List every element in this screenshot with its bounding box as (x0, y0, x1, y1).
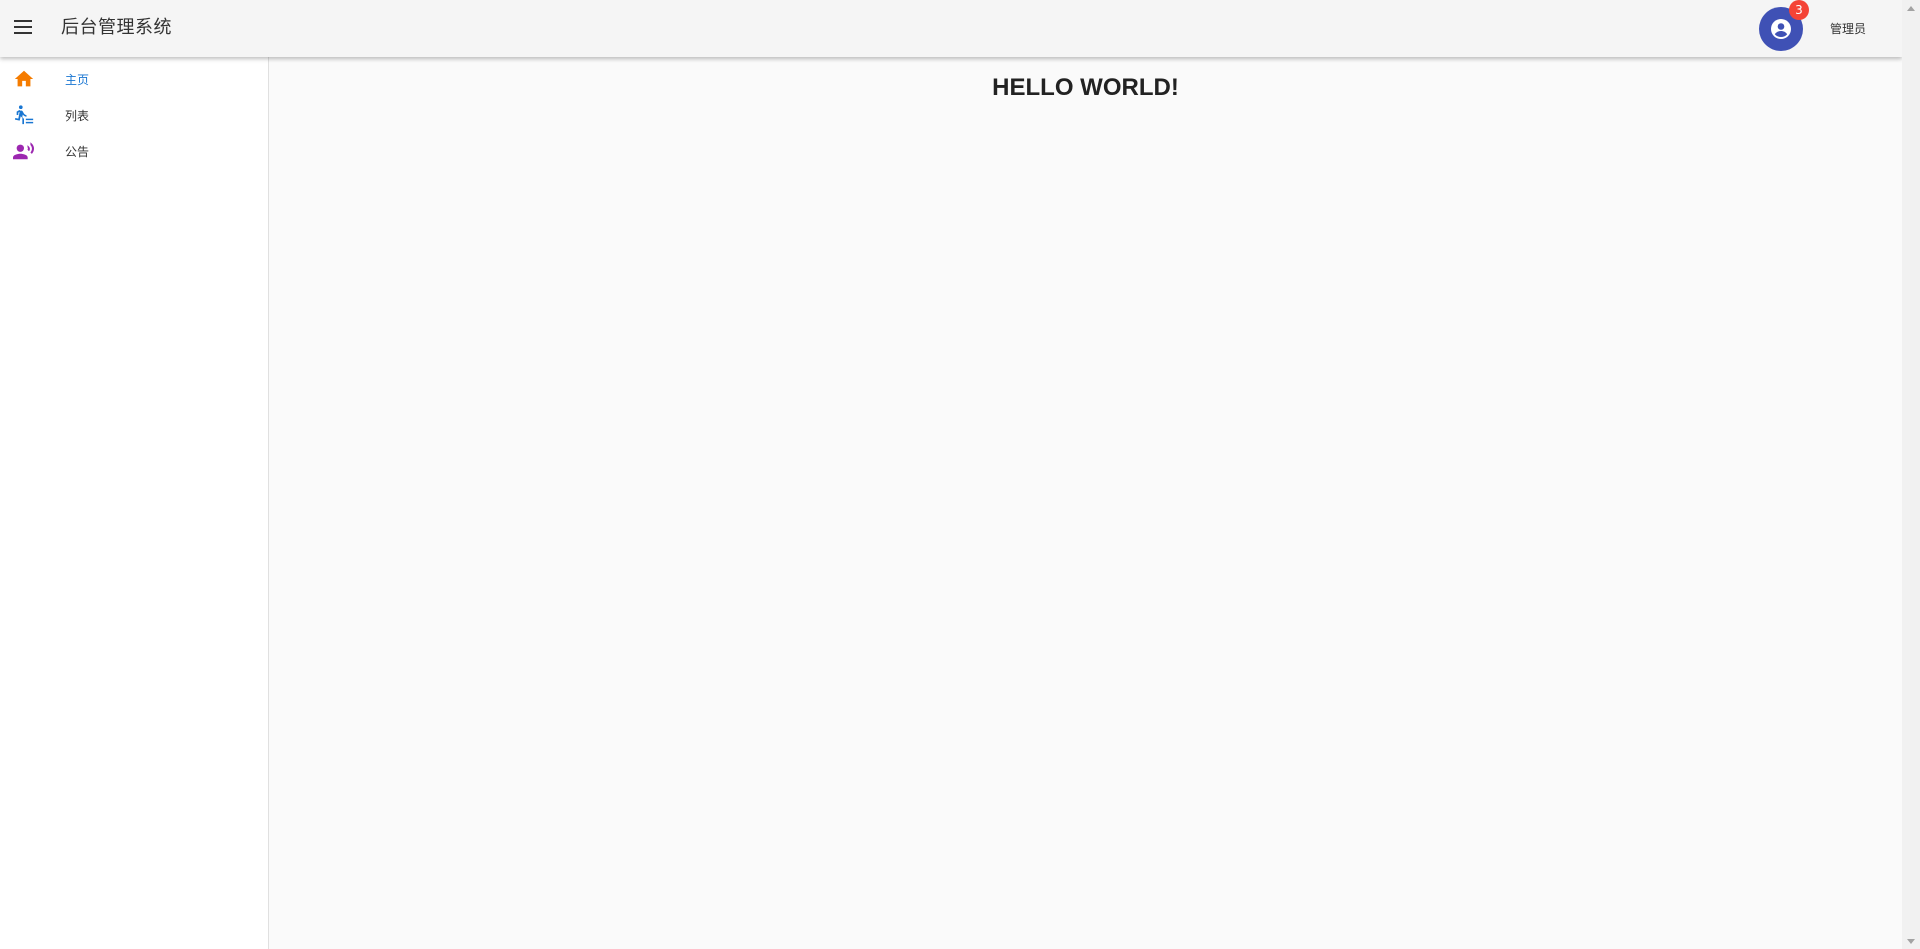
top-app-bar: 后台管理系统 3 管理员 (0, 0, 1902, 57)
sidebar-item-list[interactable]: 列表 (0, 97, 268, 133)
main-content: HELLO WORLD! (269, 57, 1902, 949)
sidebar-item-announcement[interactable]: 公告 (0, 133, 268, 169)
sidebar: 主页 列表 公告 (0, 57, 269, 949)
triangle-up-icon (1907, 5, 1915, 11)
announcement-person-icon (13, 140, 35, 162)
app-root: 后台管理系统 3 管理员 主页 列表 公告 HELLO WORLD! (0, 0, 1920, 949)
scroll-down-button[interactable] (1902, 933, 1920, 949)
account-circle-icon (1771, 19, 1791, 39)
user-name[interactable]: 管理员 (1830, 20, 1866, 37)
app-title: 后台管理系统 (61, 17, 172, 38)
home-icon (13, 68, 35, 90)
menu-button[interactable] (10, 12, 36, 42)
notification-badge: 3 (1789, 0, 1809, 20)
triangle-down-icon (1907, 938, 1915, 944)
scroll-up-button[interactable] (1902, 0, 1920, 16)
hamburger-menu-icon (14, 20, 32, 34)
sidebar-item-home[interactable]: 主页 (0, 61, 268, 97)
sidebar-item-label: 公告 (65, 144, 90, 159)
vertical-scrollbar[interactable] (1902, 0, 1920, 949)
page-heading: HELLO WORLD! (992, 74, 1179, 101)
walk-list-icon (13, 104, 35, 126)
sidebar-item-label: 主页 (65, 72, 90, 87)
sidebar-item-label: 列表 (65, 108, 90, 123)
